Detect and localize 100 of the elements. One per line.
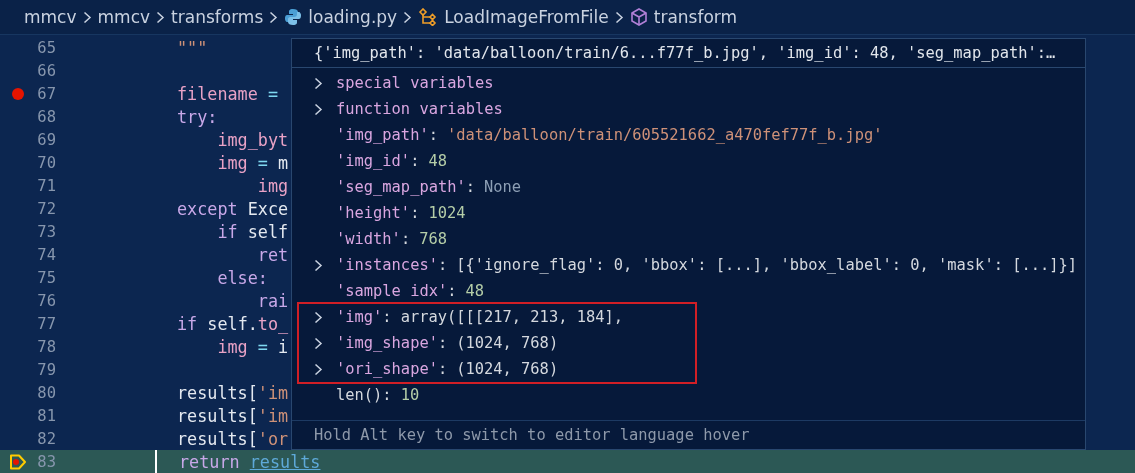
code-text: i: [278, 336, 289, 357]
code-text: rai: [256, 290, 289, 311]
cube-icon: [629, 8, 648, 26]
length-label: len(): [336, 386, 383, 404]
variable-key: 'img_path': [336, 126, 429, 144]
code-text: results[: [177, 428, 258, 449]
chevron-right-icon[interactable]: [314, 336, 323, 350]
code-text: =: [256, 152, 269, 173]
code-text: =: [266, 83, 279, 104]
code-text: """: [177, 37, 208, 58]
code-text: Exce: [246, 198, 289, 219]
variable-key: 'img_shape': [336, 334, 438, 352]
breadcrumb-item[interactable]: mmcv: [24, 7, 77, 27]
colon: :: [437, 334, 448, 352]
chevron-right-icon[interactable]: [614, 10, 624, 24]
line-number: 77: [36, 314, 56, 333]
chevron-right-icon[interactable]: [156, 10, 166, 24]
variable-key: 'sample idx': [336, 282, 448, 300]
colon: :: [447, 282, 457, 300]
code-text: self.: [206, 313, 258, 334]
code-text: img: [216, 336, 248, 357]
variable-key: 'img': [336, 308, 383, 326]
colon: :: [437, 360, 448, 378]
variable-key: 'ori_shape': [336, 360, 438, 378]
line-number: 66: [36, 61, 56, 80]
hover-hint: Hold Alt key to switch to editor language hover: [314, 426, 750, 444]
code-text: except: [177, 198, 238, 219]
line-number: 72: [36, 199, 56, 218]
chevron-right-icon[interactable]: [82, 10, 92, 24]
colon: :: [465, 178, 475, 196]
chevron-right-icon[interactable]: [269, 10, 279, 24]
breadcrumb-item[interactable]: LoadImageFromFile: [444, 7, 609, 27]
line-number: 65: [36, 38, 56, 57]
variable-value: (1024, 768): [456, 334, 559, 352]
line-number: 79: [36, 360, 56, 379]
colon: :: [382, 308, 392, 326]
breadcrumb-item[interactable]: mmcv: [97, 7, 151, 27]
colon: :: [437, 256, 448, 274]
chevron-right-icon[interactable]: [314, 258, 323, 272]
line-number: 69: [36, 130, 56, 149]
chevron-right-icon[interactable]: [314, 362, 323, 376]
line-number: 83: [36, 452, 56, 471]
line-number: 78: [36, 337, 56, 356]
hover-summary: {'img_path': 'data/balloon/train/6...f77f_b.jpg', 'img_id': 48, 'seg_map_path':…: [314, 44, 1056, 62]
class-icon: [418, 8, 439, 26]
line-number: 71: [36, 176, 56, 195]
variable-value: 1024: [428, 204, 466, 222]
variable-value: 10: [400, 386, 420, 404]
chevron-right-icon[interactable]: [314, 76, 323, 90]
breadcrumb-item[interactable]: transform: [653, 7, 738, 27]
code-text: =: [256, 336, 269, 357]
variable-value: 'data/balloon/train/605521662_a470fef77f_b.jpg': [446, 126, 883, 144]
line-number: 73: [36, 222, 56, 241]
breadcrumb-item[interactable]: transforms: [171, 7, 264, 27]
python-icon: [284, 8, 303, 26]
variable-value: 48: [465, 282, 485, 300]
code-text: ret: [256, 244, 289, 265]
line-number: 75: [36, 268, 56, 287]
line-number: 70: [36, 153, 56, 172]
line-number: 82: [36, 429, 56, 448]
code-text: to_: [257, 313, 289, 334]
code-text: m: [278, 152, 289, 173]
code-text: return: [179, 451, 241, 472]
variable-value: array([[[217, 213, 184],: [400, 308, 623, 326]
variable-key: 'img_id': [336, 152, 411, 170]
variable-key: 'height': [336, 204, 411, 222]
colon: :: [382, 386, 392, 404]
code-text: img: [216, 152, 248, 173]
colon: :: [410, 204, 420, 222]
line-number: 80: [36, 383, 56, 402]
colon: :: [410, 152, 420, 170]
code-text: img: [256, 175, 289, 196]
variable-value: (1024, 768): [456, 360, 559, 378]
code-text: if: [216, 221, 238, 242]
chevron-right-icon[interactable]: [314, 102, 323, 116]
line-number: 81: [36, 406, 56, 425]
code-text: 'im: [257, 382, 289, 403]
line-number: 74: [36, 245, 56, 264]
code-text: filename: [177, 83, 258, 104]
line-number: 67: [36, 84, 56, 103]
variable-value: 48: [428, 152, 447, 170]
variable-key: 'seg_map_path': [336, 178, 466, 196]
line-number: 76: [36, 291, 56, 310]
code-text: 'or: [257, 428, 289, 449]
variable-key: 'instances': [336, 256, 438, 274]
colon: :: [400, 230, 411, 248]
code-text: results[: [177, 405, 258, 426]
chevron-right-icon[interactable]: [403, 10, 413, 24]
line-number: 68: [36, 107, 56, 126]
variable-group[interactable]: special variables: [336, 74, 494, 92]
variable-value: 768: [419, 230, 447, 248]
variable-value: [{'ignore_flag': 0, 'bbox': [...], 'bbox_label': 0, 'mask': [...]}]: [456, 256, 1078, 274]
variable-key: 'width': [336, 230, 401, 248]
colon: :: [428, 126, 438, 144]
variable-group[interactable]: function variables: [336, 100, 503, 118]
code-text: self: [246, 221, 289, 242]
breadcrumb-item[interactable]: loading.py: [308, 7, 398, 27]
code-text: results[: [177, 382, 258, 403]
chevron-right-icon[interactable]: [314, 310, 323, 324]
breakpoint-icon[interactable]: [12, 87, 24, 100]
